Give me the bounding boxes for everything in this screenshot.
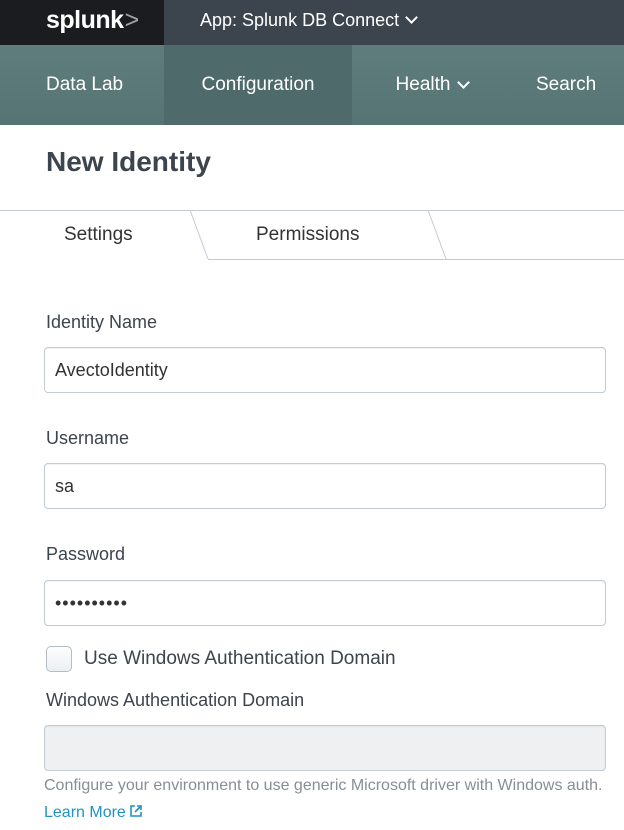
nav-item-health[interactable]: Health [352, 45, 512, 125]
tab-permissions[interactable]: Permissions [256, 224, 359, 246]
splunk-logo[interactable]: splunk> [46, 6, 139, 35]
windows-domain-label: Windows Authentication Domain [46, 690, 305, 710]
top-bar: splunk> App: Splunk DB Connect [0, 0, 624, 45]
nav-item-label: Data Lab [46, 74, 124, 95]
nav-item-configuration[interactable]: Configuration [164, 45, 352, 125]
username-label: Username [46, 428, 130, 448]
use-windows-auth-row[interactable]: Use Windows Authentication Domain [46, 646, 396, 672]
use-windows-auth-checkbox[interactable] [46, 646, 72, 672]
identity-name-input[interactable] [44, 347, 606, 393]
page-title: New Identity [46, 146, 211, 177]
tab-bar-bottom-divider [208, 259, 624, 260]
logo-chevron: > [124, 6, 140, 34]
help-text-body: Configure your environment to use generi… [44, 777, 603, 794]
app-menu[interactable]: App: Splunk DB Connect [200, 10, 418, 31]
app-nav-bar: Data Lab Configuration Health Search [0, 45, 624, 125]
password-label: Password [46, 544, 126, 564]
chevron-down-icon [457, 75, 471, 89]
tab-bar: Settings Permissions [0, 210, 624, 260]
identity-name-label: Identity Name [46, 312, 158, 332]
password-input[interactable] [44, 580, 606, 626]
external-link-icon [130, 805, 142, 818]
username-input[interactable] [44, 463, 606, 509]
nav-item-label: Configuration [201, 74, 315, 95]
logo-text: splunk [46, 6, 124, 34]
nav-item-search[interactable]: Search [536, 45, 624, 125]
logo-area[interactable]: splunk> [0, 0, 164, 45]
learn-more-link[interactable]: Learn More [44, 804, 143, 821]
chevron-down-icon [405, 11, 418, 24]
nav-item-label: Search [536, 74, 597, 95]
nav-item-data-lab[interactable]: Data Lab [0, 45, 164, 125]
learn-more-label: Learn More [44, 804, 126, 821]
nav-item-label: Health [395, 74, 451, 95]
tab-settings[interactable]: Settings [64, 224, 133, 246]
windows-auth-help-text: Configure your environment to use generi… [44, 772, 614, 826]
use-windows-auth-label: Use Windows Authentication Domain [84, 648, 396, 669]
windows-domain-input [44, 725, 606, 771]
app-menu-label: App: Splunk DB Connect [200, 10, 400, 30]
